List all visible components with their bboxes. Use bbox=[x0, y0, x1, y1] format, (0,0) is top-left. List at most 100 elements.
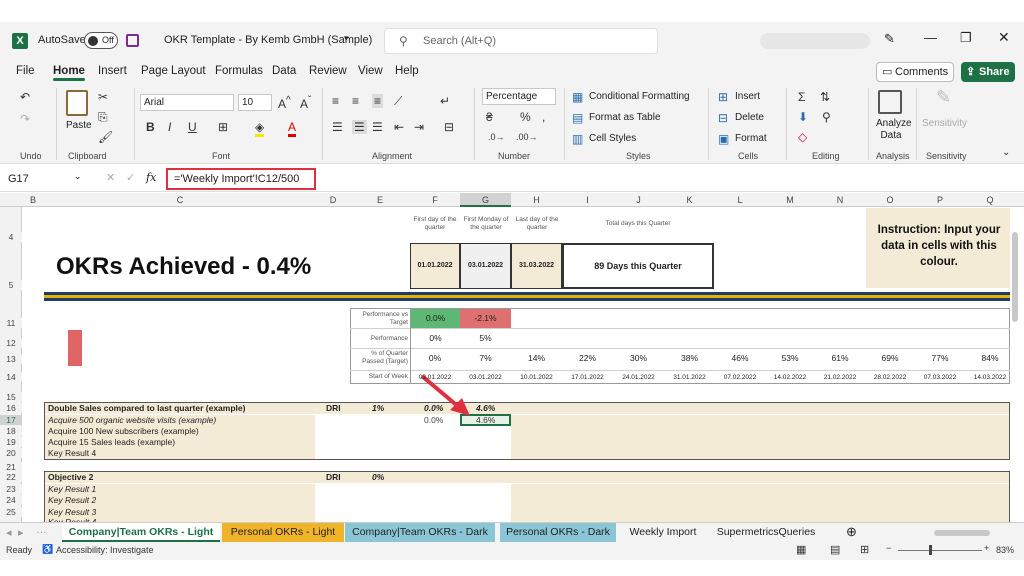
quarter-passed-cell[interactable]: 84% bbox=[965, 353, 1015, 363]
row-header[interactable]: 11 bbox=[0, 318, 22, 328]
wrap-text-icon[interactable]: ↵ bbox=[440, 94, 450, 108]
quarter-passed-cell[interactable]: 7% bbox=[460, 353, 511, 363]
row-header[interactable]: 24 bbox=[0, 495, 22, 505]
quarter-passed-cell[interactable]: 69% bbox=[865, 353, 915, 363]
column-header[interactable]: P bbox=[915, 193, 965, 207]
menu-formulas[interactable]: Formulas bbox=[215, 65, 263, 77]
font-name-select[interactable]: Arial bbox=[140, 94, 234, 111]
quarter-passed-cell[interactable]: 14% bbox=[511, 353, 562, 363]
save-icon[interactable] bbox=[126, 34, 139, 47]
merge-center-icon[interactable]: ⊟ bbox=[444, 120, 454, 134]
comments-button[interactable]: ▭ Comments bbox=[876, 62, 954, 82]
percent-icon[interactable]: % bbox=[520, 110, 531, 124]
title-chevron-icon[interactable]: ▾ bbox=[344, 33, 349, 44]
increase-indent-icon[interactable]: ⇥ bbox=[414, 120, 424, 134]
undo-icon[interactable]: ↶ bbox=[20, 90, 30, 104]
analyze-data-label[interactable]: Analyze Data bbox=[876, 118, 912, 142]
quarter-passed-cell[interactable]: 77% bbox=[915, 353, 965, 363]
tab-weekly-import[interactable]: Weekly Import bbox=[620, 523, 706, 542]
decrease-decimal-icon[interactable]: .00→ bbox=[516, 130, 538, 144]
name-box-chevron-icon[interactable]: ⌄ bbox=[74, 171, 82, 182]
insert-function-icon[interactable]: fx bbox=[146, 171, 156, 184]
start-week-cell[interactable]: 24.01.2022 bbox=[613, 374, 664, 381]
fill-color-icon[interactable]: ◈ bbox=[255, 120, 265, 137]
formula-input[interactable]: ='Weekly Import'!C12/500 bbox=[166, 168, 316, 190]
format-painter-icon[interactable]: 🖌 bbox=[98, 130, 113, 144]
start-week-cell[interactable]: 03.01.2022 bbox=[410, 374, 460, 381]
redo-icon[interactable]: ↷ bbox=[20, 112, 30, 126]
start-week-cell[interactable]: 31.01.2022 bbox=[664, 374, 715, 381]
start-week-cell[interactable]: 28.02.2022 bbox=[865, 374, 915, 381]
start-week-cell[interactable]: 21.02.2022 bbox=[815, 374, 865, 381]
autosum-icon[interactable]: Σ bbox=[798, 90, 805, 104]
insert-cells-button[interactable]: Insert bbox=[735, 91, 760, 102]
menu-home[interactable]: Home bbox=[53, 65, 85, 81]
quarter-passed-cell[interactable]: 53% bbox=[765, 353, 815, 363]
align-top-icon[interactable]: ≡ bbox=[332, 94, 339, 108]
column-header[interactable]: H bbox=[511, 193, 562, 207]
document-title[interactable]: OKR Template - By Kemb GmbH (Sample) bbox=[164, 34, 372, 46]
row-header[interactable]: 15 bbox=[0, 392, 22, 402]
row-header[interactable]: 5 bbox=[0, 280, 22, 290]
fill-icon[interactable]: ⬇ bbox=[798, 110, 808, 124]
row-header[interactable]: 14 bbox=[0, 372, 22, 382]
zoom-slider-thumb[interactable] bbox=[929, 545, 932, 555]
column-header[interactable]: O bbox=[865, 193, 915, 207]
row-header[interactable]: 22 bbox=[0, 472, 22, 482]
format-cells-button[interactable]: Format bbox=[735, 133, 767, 144]
normal-view-icon[interactable]: ▦ bbox=[796, 543, 806, 556]
tab-supermetrics-queries[interactable]: SupermetricsQueries bbox=[710, 523, 822, 542]
objective-2-kr-3[interactable]: Key Result 3 bbox=[48, 507, 96, 517]
menu-file[interactable]: File bbox=[16, 65, 35, 77]
sheet-overflow-icon[interactable]: … bbox=[36, 524, 47, 536]
column-header[interactable]: K bbox=[664, 193, 715, 207]
tab-personal-okrs-dark[interactable]: Personal OKRs - Dark bbox=[500, 523, 616, 542]
close-icon[interactable]: ✕ bbox=[998, 29, 1010, 46]
menu-review[interactable]: Review bbox=[309, 65, 347, 77]
page-layout-view-icon[interactable]: ▤ bbox=[830, 543, 840, 556]
orientation-icon[interactable]: ⟋ bbox=[394, 94, 402, 108]
minimize-icon[interactable]: — bbox=[924, 30, 937, 45]
find-select-icon[interactable]: ⚲ bbox=[822, 110, 831, 124]
bold-icon[interactable]: B bbox=[146, 120, 155, 134]
column-header[interactable]: L bbox=[715, 193, 765, 207]
page-break-view-icon[interactable]: ⊞ bbox=[860, 543, 869, 556]
copy-icon[interactable]: ⎘ bbox=[98, 110, 108, 124]
tab-company-team-okrs-light[interactable]: Company|Team OKRs - Light bbox=[62, 523, 220, 542]
format-as-table-button[interactable]: Format as Table bbox=[589, 112, 661, 123]
search-box[interactable]: ⚲ Search (Alt+Q) bbox=[384, 28, 658, 54]
column-header[interactable]: F bbox=[410, 193, 460, 207]
zoom-in-icon[interactable]: + bbox=[984, 543, 989, 553]
cut-icon[interactable]: ✂ bbox=[98, 90, 108, 104]
paste-label[interactable]: Paste bbox=[66, 120, 92, 131]
align-middle-icon[interactable]: ≡ bbox=[352, 94, 359, 108]
row-header-selected[interactable]: 17 bbox=[0, 415, 22, 425]
restore-icon[interactable]: ❐ bbox=[960, 30, 972, 46]
align-center-icon[interactable]: ☰ bbox=[352, 120, 367, 134]
accounting-icon[interactable]: ₴ bbox=[486, 110, 493, 124]
column-header[interactable]: M bbox=[765, 193, 815, 207]
underline-icon[interactable]: U bbox=[188, 120, 197, 134]
zoom-level[interactable]: 83% bbox=[996, 545, 1014, 555]
row-header[interactable]: 21 bbox=[0, 462, 22, 472]
column-header[interactable]: I bbox=[562, 193, 613, 207]
column-header[interactable]: N bbox=[815, 193, 865, 207]
start-week-cell[interactable]: 14.02.2022 bbox=[765, 374, 815, 381]
objective-2-kr-1[interactable]: Key Result 1 bbox=[48, 484, 96, 494]
menu-help[interactable]: Help bbox=[395, 65, 419, 77]
row-header[interactable]: 13 bbox=[0, 354, 22, 364]
row-header[interactable]: 19 bbox=[0, 437, 22, 447]
autosave-toggle[interactable]: Off bbox=[84, 32, 118, 49]
key-result-1[interactable]: Acquire 500 organic website visits (exam… bbox=[48, 415, 216, 425]
quarter-passed-cell[interactable]: 46% bbox=[715, 353, 765, 363]
cancel-icon[interactable]: ✕ bbox=[106, 171, 115, 184]
zoom-out-icon[interactable]: − bbox=[886, 543, 891, 553]
column-header[interactable]: J bbox=[613, 193, 664, 207]
start-week-cell[interactable]: 14.03.2022 bbox=[965, 374, 1015, 381]
objective-2-title[interactable]: Objective 2 bbox=[48, 472, 93, 482]
quarter-passed-cell[interactable]: 61% bbox=[815, 353, 865, 363]
row-header[interactable]: 20 bbox=[0, 448, 22, 458]
cell-styles-button[interactable]: Cell Styles bbox=[589, 133, 636, 144]
column-header[interactable]: Q bbox=[965, 193, 1015, 207]
key-result-3[interactable]: Acquire 15 Sales leads (example) bbox=[48, 437, 175, 447]
